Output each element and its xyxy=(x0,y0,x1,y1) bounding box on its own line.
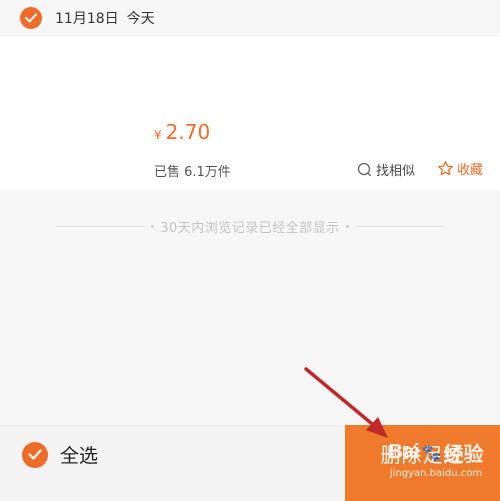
divider-line-left xyxy=(55,225,146,227)
divider-line-right xyxy=(354,225,445,227)
date-label: 11月18日 今天 xyxy=(55,8,155,28)
find-similar-label: 找相似 xyxy=(376,164,416,179)
price-amount: 2.70 xyxy=(165,120,211,144)
search-similar-icon xyxy=(357,162,372,177)
delete-history-label: 删除足迹 xyxy=(380,443,465,467)
divider-dot-left xyxy=(151,224,155,228)
product-price: ¥ 2.70 xyxy=(154,120,210,144)
product-card[interactable]: ¥ 2.70 已售 6.1万件 找相似 收藏 xyxy=(0,37,500,190)
history-end-note: 30天内浏览记录已经全部显示 xyxy=(0,216,500,236)
delete-history-button[interactable]: 删除足迹 xyxy=(345,425,500,501)
divider-dot-right xyxy=(345,224,349,228)
bottom-action-bar: 全选 删除足迹 xyxy=(0,425,500,501)
select-all-label: 全选 xyxy=(60,445,99,467)
star-icon xyxy=(438,161,453,176)
sold-count: 已售 6.1万件 xyxy=(154,165,231,180)
find-similar-button[interactable]: 找相似 xyxy=(357,160,415,179)
select-all-checkbox-checked-icon[interactable] xyxy=(22,441,48,468)
today-label: 今天 xyxy=(126,11,155,27)
date-value: 11月18日 xyxy=(55,11,119,27)
favorite-button[interactable]: 收藏 xyxy=(437,159,483,178)
group-checkbox-checked-icon[interactable] xyxy=(20,7,42,29)
date-group-header: 11月18日 今天 xyxy=(0,0,500,36)
favorite-label: 收藏 xyxy=(457,163,484,178)
currency-symbol: ¥ xyxy=(154,128,162,142)
history-end-text: 30天内浏览记录已经全部显示 xyxy=(160,220,340,236)
select-all-toggle[interactable]: 全选 xyxy=(22,441,98,468)
